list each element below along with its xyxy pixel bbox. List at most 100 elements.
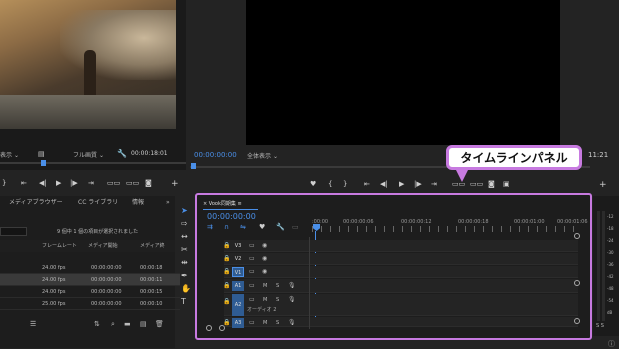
sync-lock-icon[interactable]: ▭: [249, 254, 255, 264]
source-zoom-select[interactable]: 表示 ⌄: [0, 150, 19, 159]
list-view-icon[interactable]: ☰: [30, 320, 36, 328]
sync-lock-icon[interactable]: ▭: [249, 241, 255, 251]
go-to-in-icon[interactable]: ⇤: [364, 180, 370, 188]
insert-icon[interactable]: ▭▭: [107, 179, 120, 187]
track-select-tool-icon[interactable]: ⇨: [181, 219, 188, 228]
add-button-icon[interactable]: +: [171, 179, 179, 189]
eye-icon[interactable]: ◉: [262, 241, 267, 251]
sync-lock-icon[interactable]: ▭: [249, 318, 255, 328]
sync-lock-icon[interactable]: ▭: [249, 295, 255, 305]
lock-icon[interactable]: 🔒: [223, 281, 230, 291]
timeline-tab[interactable]: × Vook同期集 ≡: [203, 200, 242, 209]
mute-toggle[interactable]: M: [263, 318, 267, 328]
lock-icon[interactable]: 🔒: [223, 241, 230, 251]
more-tabs-icon[interactable]: »: [166, 197, 170, 209]
project-search-input[interactable]: [0, 227, 27, 236]
program-playhead[interactable]: [191, 163, 196, 169]
compare-icon[interactable]: ▣: [503, 180, 510, 188]
close-icon[interactable]: ×: [203, 201, 207, 207]
mute-toggle[interactable]: M: [263, 281, 267, 291]
snap-icon[interactable]: ∩: [224, 223, 229, 231]
extract-icon[interactable]: ▭▭: [470, 180, 483, 188]
eye-icon[interactable]: ◉: [262, 254, 267, 264]
mute-toggle[interactable]: M: [263, 295, 267, 305]
list-item[interactable]: 24.00 fps 00:00:00:00 00:00:11: [0, 274, 180, 286]
play-icon[interactable]: ▶: [56, 179, 61, 187]
new-item-icon[interactable]: ▤: [140, 320, 147, 328]
go-to-out-icon[interactable]: ⇥: [431, 180, 437, 188]
source-playhead[interactable]: [41, 160, 46, 166]
sync-lock-icon[interactable]: ▭: [249, 267, 255, 277]
solo-toggle[interactable]: S: [276, 295, 279, 305]
step-forward-icon[interactable]: |▶: [414, 180, 422, 188]
linked-select-icon[interactable]: ⇋: [240, 223, 246, 231]
tab-media-browser[interactable]: メディアブラウザー: [9, 197, 63, 209]
microphone-icon[interactable]: 🎙: [288, 281, 296, 291]
selection-tool-icon[interactable]: ➤: [181, 206, 188, 215]
mark-out-icon[interactable]: }: [343, 180, 347, 188]
pen-tool-icon[interactable]: ✒: [181, 271, 188, 280]
new-bin-icon[interactable]: ▬: [124, 320, 131, 328]
step-forward-icon[interactable]: |▶: [70, 179, 78, 187]
track-row-v3[interactable]: [224, 240, 578, 252]
solo-toggle[interactable]: S: [276, 281, 279, 291]
mark-in-icon[interactable]: }: [2, 179, 6, 187]
source-quality-select[interactable]: フル画質 ⌄: [73, 150, 104, 159]
wrench-icon[interactable]: 🔧: [117, 149, 127, 159]
zoom-scroll-handle[interactable]: [219, 325, 225, 331]
trash-icon[interactable]: 🗑: [155, 320, 164, 328]
wrench-icon[interactable]: 🔧: [276, 223, 285, 231]
overwrite-icon[interactable]: ▭▭: [126, 179, 139, 187]
list-item[interactable]: 24.00 fps 00:00:00:00 00:00:18: [0, 262, 180, 274]
tab-info[interactable]: 情報: [132, 197, 144, 209]
list-item[interactable]: 24.00 fps 00:00:00:00 00:00:15: [0, 286, 180, 298]
track-row-v2[interactable]: [224, 253, 578, 265]
search-icon[interactable]: ⌕: [111, 320, 115, 329]
lock-icon[interactable]: 🔒: [223, 297, 230, 307]
track-tag-a3[interactable]: A3: [232, 318, 244, 328]
track-tag-v3[interactable]: V3: [232, 241, 244, 251]
nest-icon[interactable]: ⇉: [207, 223, 213, 231]
add-marker-icon[interactable]: ♥: [259, 223, 265, 231]
step-back-icon[interactable]: ◀|: [380, 180, 388, 188]
captions-icon[interactable]: ▭: [292, 223, 299, 231]
track-tag-a1[interactable]: A1: [232, 281, 244, 291]
timeline-scroll-handle[interactable]: [574, 280, 580, 286]
go-to-in-icon[interactable]: ⇤: [21, 179, 27, 187]
column-frame-rate[interactable]: フレームレート: [42, 240, 77, 252]
lock-icon[interactable]: 🔒: [223, 254, 230, 264]
hand-tool-icon[interactable]: ✋: [181, 284, 191, 293]
ripple-edit-tool-icon[interactable]: ↔: [181, 232, 188, 241]
play-icon[interactable]: ▶: [399, 180, 404, 188]
track-row-v1[interactable]: [224, 266, 578, 278]
list-item[interactable]: 25.00 fps 00:00:00:00 00:00:10: [0, 298, 180, 310]
type-tool-icon[interactable]: T: [181, 297, 186, 306]
mark-in-icon[interactable]: {: [328, 180, 332, 188]
step-back-icon[interactable]: ◀|: [39, 179, 47, 187]
sort-icon[interactable]: ⇅: [94, 320, 100, 328]
eye-icon[interactable]: ◉: [262, 267, 267, 277]
meter-solo-buttons[interactable]: S S: [596, 323, 604, 329]
microphone-icon[interactable]: 🎙: [288, 295, 296, 305]
track-tag-a2[interactable]: A2: [232, 294, 244, 316]
add-button-icon[interactable]: +: [599, 180, 607, 190]
marker-icon[interactable]: ♥: [310, 180, 316, 188]
solo-toggle[interactable]: S: [276, 318, 279, 328]
timeline-scroll-handle[interactable]: [574, 318, 580, 324]
microphone-icon[interactable]: 🎙: [288, 318, 296, 328]
camera-icon[interactable]: ◙: [145, 179, 152, 187]
settings-box-icon[interactable]: ▤: [38, 149, 45, 159]
track-tag-v1[interactable]: V1: [232, 267, 244, 277]
tab-cc-libraries[interactable]: CC ライブラリ: [78, 197, 118, 209]
timeline-ruler[interactable]: :00:00 00:00:00:06 00:00:00:12 00:00:00:…: [312, 214, 588, 232]
razor-tool-icon[interactable]: ✂: [181, 245, 188, 254]
go-to-out-icon[interactable]: ⇥: [88, 179, 94, 187]
source-playhead-bar[interactable]: [0, 162, 186, 164]
column-media-end[interactable]: メディア終: [140, 240, 165, 252]
menu-icon[interactable]: ≡: [237, 201, 241, 207]
program-fit-select[interactable]: 全体表示 ⌄: [247, 151, 278, 160]
zoom-scroll-handle[interactable]: [206, 325, 212, 331]
column-media-start[interactable]: メディア開始: [88, 240, 118, 252]
camera-icon[interactable]: ◙: [488, 180, 495, 188]
lock-icon[interactable]: 🔒: [223, 267, 230, 277]
